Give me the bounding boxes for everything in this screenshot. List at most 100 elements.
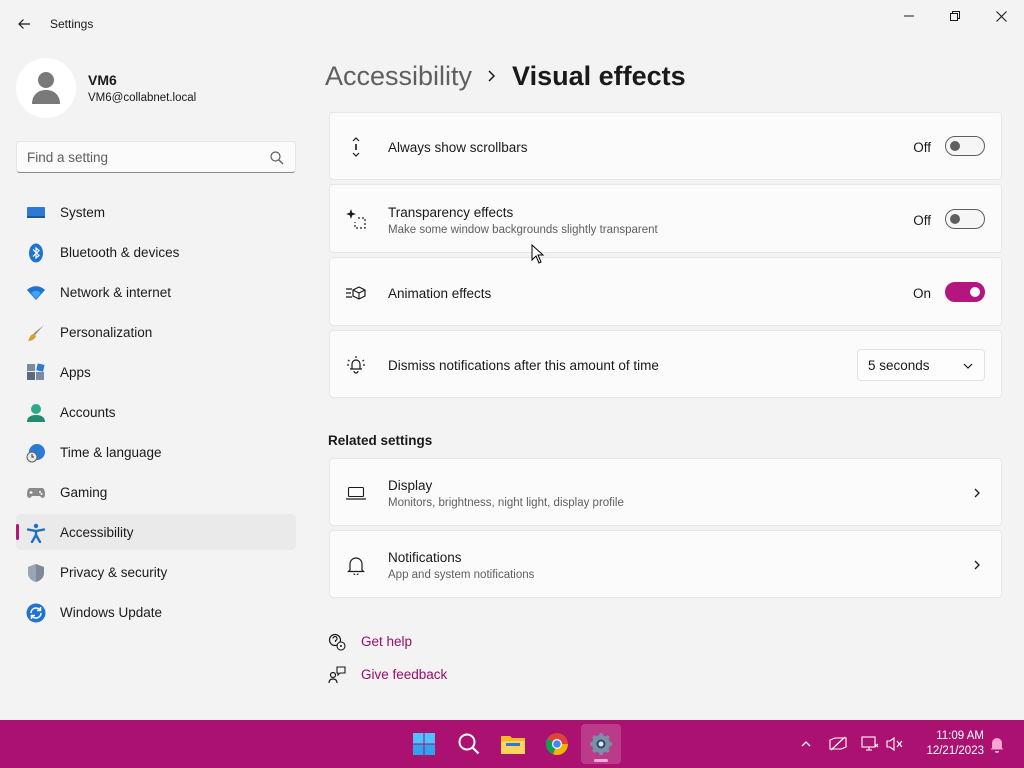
sidebar-item-time-language[interactable]: Time & language [16, 434, 296, 470]
user-profile[interactable]: VM6 VM6@collabnet.local [16, 58, 296, 118]
sidebar-item-label: Gaming [60, 485, 108, 500]
notification-sparkle-icon [347, 356, 365, 374]
setting-title: Dismiss notifications after this amount … [388, 358, 659, 373]
breadcrumb: Accessibility Visual effects [325, 58, 686, 94]
sidebar-item-accessibility[interactable]: Accessibility [16, 514, 296, 550]
notification-time-dropdown[interactable]: 5 seconds [857, 349, 985, 381]
close-button[interactable] [978, 0, 1024, 32]
back-button[interactable] [10, 10, 38, 38]
help-icon [328, 633, 346, 651]
sidebar-item-system[interactable]: System [16, 194, 296, 230]
taskbar-search-button[interactable] [449, 724, 489, 764]
minimize-button[interactable] [886, 0, 932, 32]
sidebar-item-privacy[interactable]: Privacy & security [16, 554, 296, 590]
start-button[interactable] [404, 724, 444, 764]
sidebar-item-label: Privacy & security [60, 565, 168, 580]
restore-icon [950, 11, 960, 21]
sidebar-item-label: Apps [60, 365, 91, 380]
sidebar-item-label: Accounts [60, 405, 116, 420]
sidebar-item-network[interactable]: Network & internet [16, 274, 296, 310]
bell-icon [990, 738, 1004, 753]
globe-clock-icon [26, 444, 45, 463]
scrollbars-toggle[interactable] [945, 136, 985, 156]
setting-title: Notifications [388, 550, 462, 565]
sidebar-item-gaming[interactable]: Gaming [16, 474, 296, 510]
back-arrow-icon [18, 19, 30, 29]
avatar [16, 58, 76, 118]
link-label: Get help [361, 634, 413, 649]
tray-volume-button[interactable] [885, 734, 905, 754]
profile-email: VM6@collabnet.local [88, 92, 197, 104]
chrome-button[interactable] [537, 724, 577, 764]
feedback-icon [328, 666, 346, 684]
start-icon [413, 733, 435, 755]
setting-card-scrollbars: Always show scrollbars Off [329, 112, 1002, 180]
toggle-knob [950, 214, 960, 224]
link-label: Give feedback [361, 667, 448, 682]
bluetooth-icon [29, 243, 43, 263]
chevron-right-icon [974, 488, 980, 498]
sidebar-nav: System Bluetooth & devices Network & int… [16, 194, 296, 634]
page-title: Visual effects [512, 60, 686, 91]
setting-title: Always show scrollbars [388, 140, 528, 155]
network-icon [861, 736, 879, 751]
settings-app-button[interactable] [581, 724, 621, 764]
taskbar-clock[interactable]: 11:09 AM 12/21/2023 [910, 729, 984, 759]
setting-card-transparency: Transparency effects Make some window ba… [329, 184, 1002, 253]
bell-icon [347, 557, 365, 575]
minimize-icon [904, 15, 914, 17]
sidebar-item-personalization[interactable]: Personalization [16, 314, 296, 350]
clock-time: 11:09 AM [936, 730, 984, 742]
setting-card-animation: Animation effects On [329, 257, 1002, 326]
file-explorer-icon [501, 736, 525, 754]
shield-icon [28, 564, 44, 582]
toggle-state-label: On [912, 286, 931, 301]
sidebar-item-apps[interactable]: Apps [16, 354, 296, 390]
animation-icon [346, 286, 366, 300]
tray-display-button[interactable] [828, 734, 848, 754]
dropdown-value: 5 seconds [868, 358, 930, 373]
volume-muted-icon [886, 736, 903, 752]
sidebar-item-label: System [60, 205, 106, 220]
breadcrumb-parent[interactable]: Accessibility [325, 61, 472, 92]
scrollbar-icon [352, 137, 360, 157]
transparency-toggle[interactable] [945, 209, 985, 229]
sidebar-item-bluetooth[interactable]: Bluetooth & devices [16, 234, 296, 270]
notification-center-button[interactable] [987, 734, 1007, 754]
chevron-right-icon [486, 69, 498, 83]
animation-toggle[interactable] [945, 282, 985, 302]
file-explorer-button[interactable] [493, 724, 533, 764]
sidebar-item-accounts[interactable]: Accounts [16, 394, 296, 430]
setting-title: Transparency effects [388, 205, 514, 220]
toggle-knob [950, 141, 960, 151]
sidebar-item-label: Accessibility [60, 525, 134, 540]
tray-overflow-button[interactable] [796, 734, 816, 754]
laptop-icon [346, 486, 366, 500]
sidebar-item-label: Bluetooth & devices [60, 245, 180, 260]
related-display[interactable]: Display Monitors, brightness, night ligh… [329, 458, 1002, 526]
toggle-state-label: Off [913, 140, 931, 155]
sidebar-item-label: Time & language [60, 445, 162, 460]
mouse-cursor-icon [531, 244, 545, 264]
profile-name: VM6 [88, 72, 117, 88]
chevron-up-icon [801, 741, 811, 747]
apps-icon [27, 363, 45, 380]
search-icon [458, 733, 480, 755]
setting-description: App and system notifications [388, 569, 535, 581]
title-bar: Settings [0, 0, 1024, 48]
accounts-icon [27, 404, 45, 422]
sidebar-item-windows-update[interactable]: Windows Update [16, 594, 296, 630]
toggle-state-label: Off [913, 213, 931, 228]
close-icon [995, 10, 1007, 22]
related-notifications[interactable]: Notifications App and system notificatio… [329, 530, 1002, 598]
setting-description: Make some window backgrounds slightly tr… [388, 224, 658, 236]
gamepad-icon [27, 488, 45, 498]
tray-network-button[interactable] [860, 734, 880, 754]
search-input[interactable] [27, 148, 267, 166]
toggle-knob [970, 287, 980, 297]
restore-button[interactable] [932, 0, 978, 32]
setting-description: Monitors, brightness, night light, displ… [388, 497, 624, 509]
person-icon [32, 72, 60, 104]
search-icon[interactable] [269, 150, 285, 166]
related-settings-heading: Related settings [328, 433, 433, 448]
